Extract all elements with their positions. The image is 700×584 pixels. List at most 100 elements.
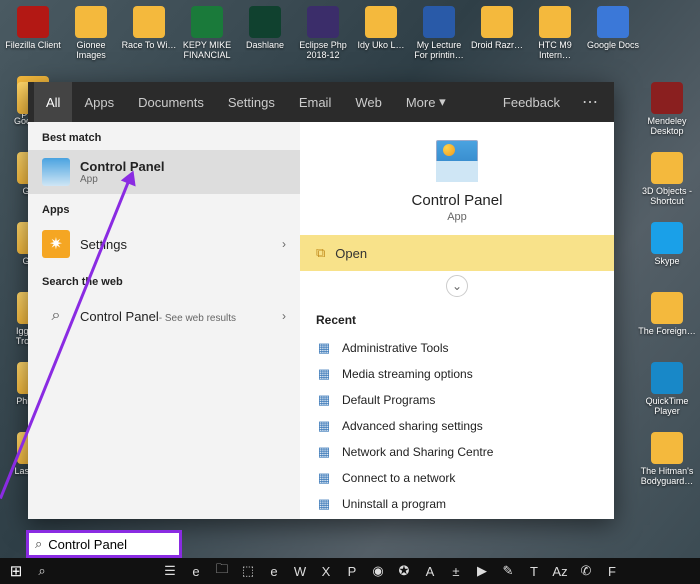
recent-item-label: Uninstall a program: [342, 497, 446, 511]
taskbar-ppt-icon[interactable]: P: [340, 561, 364, 581]
best-match-header: Best match: [28, 122, 300, 150]
desktop-shortcut[interactable]: Dashlane: [236, 6, 294, 76]
recent-item[interactable]: ▦Connect to a network: [316, 465, 598, 491]
taskbar-np-icon[interactable]: ✎: [496, 561, 520, 581]
taskbar-az-icon[interactable]: Az: [548, 561, 572, 581]
shortcut-icon: [75, 6, 107, 38]
recent-item-label: Network and Sharing Centre: [342, 445, 493, 459]
taskbar-ie-icon[interactable]: e: [262, 561, 286, 581]
results-pane: Best match Control Panel App Apps ✷ Sett…: [28, 122, 300, 519]
feedback-link[interactable]: Feedback: [491, 95, 572, 110]
recent-item[interactable]: ▦Administrative Tools: [316, 335, 598, 361]
expand-toggle[interactable]: ⌄: [300, 271, 614, 301]
shortcut-icon: [651, 82, 683, 114]
tab-more-label: More: [406, 95, 436, 110]
open-button[interactable]: ⧉ Open: [300, 235, 614, 271]
recent-item-label: Advanced sharing settings: [342, 419, 483, 433]
taskbar-store-icon[interactable]: ⬚: [236, 561, 260, 581]
tab-apps[interactable]: Apps: [72, 82, 126, 122]
recent-item[interactable]: ▦Media streaming options: [316, 361, 598, 387]
desktop-shortcut[interactable]: HTC M9 Intern…: [526, 6, 584, 76]
shortcut-icon: [651, 362, 683, 394]
shortcut-label: Eclipse Php 2018-12: [294, 40, 352, 60]
taskbar-folder-icon[interactable]: 🗀: [210, 561, 234, 581]
desktop-shortcut[interactable]: The Hitman's Bodyguard…: [638, 432, 696, 498]
desktop-shortcut[interactable]: Skype: [638, 222, 696, 288]
taskbar-search-box-highlight[interactable]: ⌕: [26, 530, 182, 558]
tab-email[interactable]: Email: [287, 82, 344, 122]
shortcut-icon: [539, 6, 571, 38]
shortcut-icon: [191, 6, 223, 38]
recent-item[interactable]: ▦ Network and Sharing Centre: [316, 439, 598, 465]
tab-more[interactable]: More ▾: [394, 82, 458, 122]
recent-item-icon: ▦: [316, 392, 332, 408]
shortcut-icon: [651, 152, 683, 184]
desktop-shortcut[interactable]: 3D Objects - Shortcut: [638, 152, 696, 218]
taskbar-excel-icon[interactable]: X: [314, 561, 338, 581]
shortcut-label: Skype: [654, 256, 679, 266]
recent-item-label: Administrative Tools: [342, 341, 449, 355]
taskbar-task-icon[interactable]: ☰: [158, 561, 182, 581]
search-icon: ⌕: [35, 536, 42, 552]
chevron-down-icon: ▾: [439, 94, 446, 110]
best-match-control-panel[interactable]: Control Panel App: [28, 150, 300, 194]
taskbar-fl-icon[interactable]: F: [600, 561, 624, 581]
taskbar-calc-icon[interactable]: ±: [444, 561, 468, 581]
desktop-shortcut[interactable]: Droid Razr…: [468, 6, 526, 76]
overflow-menu-icon[interactable]: ⋯: [572, 92, 608, 112]
recent-item[interactable]: ▦Default Programs: [316, 387, 598, 413]
open-icon: ⧉: [316, 245, 325, 261]
taskbar-search-input[interactable]: [48, 537, 173, 552]
desktop-shortcut[interactable]: Mendeley Desktop: [638, 82, 696, 148]
tab-all[interactable]: All: [34, 82, 72, 122]
tab-settings[interactable]: Settings: [216, 82, 287, 122]
result-settings[interactable]: ✷ Settings ›: [28, 222, 300, 266]
desktop-shortcut[interactable]: My Lecture For printin…: [410, 6, 468, 76]
shortcut-label: Droid Razr…: [471, 40, 523, 50]
shortcut-label: My Lecture For printin…: [410, 40, 468, 60]
chevron-right-icon: ›: [282, 309, 286, 323]
shortcut-label: Race To Wi…: [122, 40, 177, 50]
desktop-shortcut[interactable]: Google Docs: [584, 6, 642, 76]
start-search-panel: All Apps Documents Settings Email Web Mo…: [28, 82, 614, 519]
desktop-shortcut[interactable]: QuickTime Player: [638, 362, 696, 428]
shortcut-label: Filezilla Client: [5, 40, 61, 50]
taskbar-teams-icon[interactable]: ✪: [392, 561, 416, 581]
apps-header: Apps: [28, 194, 300, 222]
shortcut-icon: [249, 6, 281, 38]
taskbar-win-icon[interactable]: ⊞: [4, 561, 28, 581]
tab-web[interactable]: Web: [343, 82, 394, 122]
shortcut-icon: [651, 222, 683, 254]
shortcut-icon: [365, 6, 397, 38]
shortcut-label: 3D Objects - Shortcut: [638, 186, 696, 206]
desktop-shortcut[interactable]: The Foreign…: [638, 292, 696, 358]
search-icon: ⌕: [42, 302, 70, 330]
shortcut-icon: [651, 432, 683, 464]
taskbar-pdf-icon[interactable]: A: [418, 561, 442, 581]
taskbar-vid-icon[interactable]: ▶: [470, 561, 494, 581]
taskbar-word-icon[interactable]: W: [288, 561, 312, 581]
chevron-right-icon: ›: [282, 237, 286, 251]
desktop-shortcut[interactable]: Gionee Images: [62, 6, 120, 76]
recent-item-label: Connect to a network: [342, 471, 455, 485]
recent-item-icon: ▦: [316, 444, 332, 460]
tab-documents[interactable]: Documents: [126, 82, 216, 122]
desktop-shortcut[interactable]: KEPY MIKE FINANCIAL: [178, 6, 236, 76]
taskbar: ⊞⌕☰e🗀⬚eWXP◉✪A±▶✎TAz✆F: [0, 558, 700, 584]
desktop-right-column: Mendeley Desktop 3D Objects - Shortcut Sky…: [638, 82, 696, 498]
taskbar-edge-icon[interactable]: e: [184, 561, 208, 581]
shortcut-icon: [651, 292, 683, 324]
preview-pane: Control Panel App ⧉ Open ⌄ Recent ▦Admin…: [300, 122, 614, 519]
recent-item[interactable]: ▦Advanced sharing settings: [316, 413, 598, 439]
chevron-down-icon: ⌄: [452, 279, 462, 293]
taskbar-wh-icon[interactable]: ✆: [574, 561, 598, 581]
taskbar-search-icon[interactable]: ⌕: [30, 561, 54, 581]
shortcut-label: Gionee Images: [62, 40, 120, 60]
desktop-shortcut[interactable]: Race To Wi…: [120, 6, 178, 76]
desktop-shortcut[interactable]: Filezilla Client: [4, 6, 62, 76]
recent-item[interactable]: ▦Uninstall a program: [316, 491, 598, 517]
desktop-shortcut[interactable]: Idy Uko L…: [352, 6, 410, 76]
taskbar-chrome-icon[interactable]: ◉: [366, 561, 390, 581]
taskbar-tex-icon[interactable]: T: [522, 561, 546, 581]
desktop-shortcut[interactable]: Eclipse Php 2018-12: [294, 6, 352, 76]
